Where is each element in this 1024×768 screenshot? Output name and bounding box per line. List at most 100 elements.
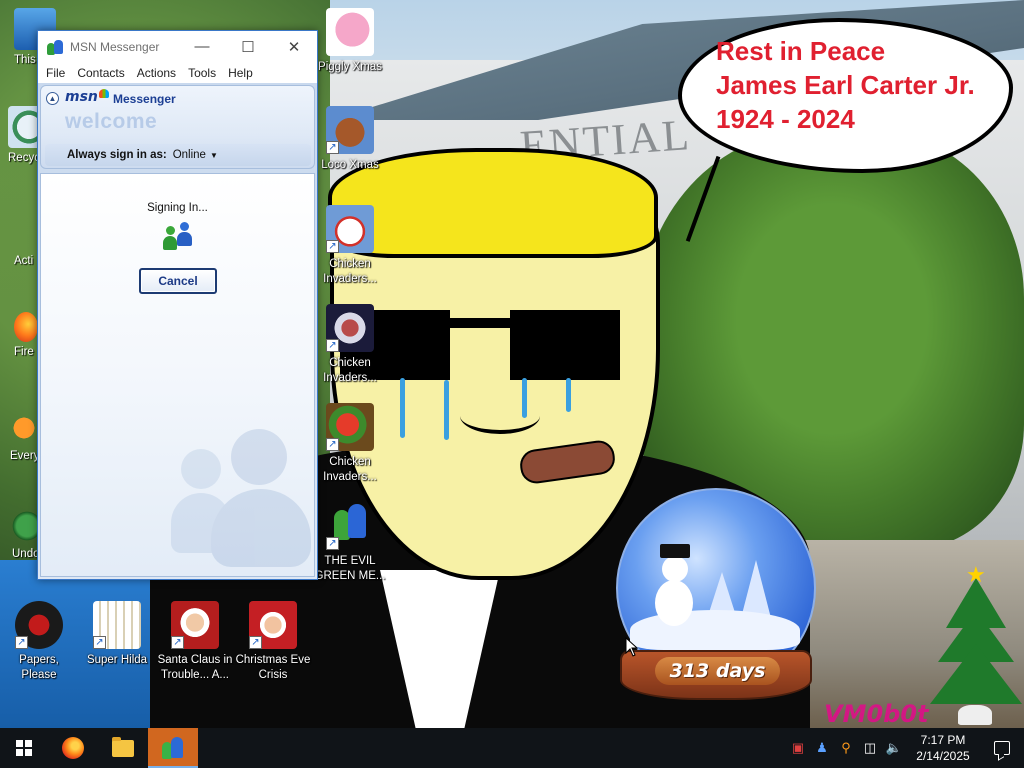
- shortcut-arrow-icon: ↗: [249, 636, 262, 649]
- msn-body: ▲ msn Messenger welcome Always sign in a…: [38, 83, 317, 579]
- desktop-icon-label: Acti: [14, 255, 34, 267]
- menu-contacts[interactable]: Contacts: [71, 66, 130, 80]
- clock[interactable]: 7:17 PM 2/14/2025: [906, 732, 980, 764]
- desktop-icon-papers-please[interactable]: ↗ Papers, Please: [1, 601, 77, 683]
- msn-messenger-icon: [161, 735, 185, 761]
- desktop-icon-chicken-invaders-3[interactable]: ↗ Chicken Invaders...: [312, 403, 388, 485]
- taskbar-app-firefox[interactable]: [48, 728, 98, 768]
- tear: [400, 378, 405, 438]
- start-button[interactable]: [0, 728, 48, 768]
- window-title: MSN Messenger: [70, 39, 160, 54]
- desktop-icon-label: Chicken Invaders...: [323, 456, 377, 483]
- maximize-button[interactable]: ☐: [225, 31, 271, 62]
- globe-snow: [630, 610, 800, 650]
- minimize-button[interactable]: —: [179, 31, 225, 62]
- clock-time: 7:17 PM: [920, 733, 966, 747]
- collapse-icon[interactable]: ▲: [46, 92, 59, 105]
- super-hilda-icon: ↗: [93, 601, 141, 649]
- desktop-icon-firefox[interactable]: Fire: [14, 312, 38, 358]
- signing-in-text: Signing In...: [147, 202, 208, 214]
- christmas-tree-tier: [930, 644, 1022, 704]
- snowman-head: [662, 556, 688, 582]
- desktop-icon-label: Recyc: [8, 152, 40, 164]
- chevron-down-icon: ▼: [209, 151, 218, 160]
- welcome-text: welcome: [65, 110, 158, 133]
- piggly-xmas-icon: [326, 8, 374, 56]
- desktop-icon-chicken-invaders-1[interactable]: ↗ Chicken Invaders...: [312, 205, 388, 287]
- title-bar[interactable]: MSN Messenger — ☐ ✕: [38, 31, 317, 62]
- messenger-buddies-icon: [161, 222, 195, 256]
- desktop-icon-label: Chicken Invaders...: [323, 357, 377, 384]
- sign-in-content: Signing In... Cancel: [40, 173, 315, 577]
- taskbar-app-msn-messenger[interactable]: [148, 728, 198, 768]
- desktop-icon-label: Papers, Please: [19, 654, 59, 681]
- snowman-hat: [660, 544, 690, 558]
- desktop-icon-label: THE EVIL GREEN ME...: [314, 555, 386, 582]
- santa-claus-icon: ↗: [171, 601, 219, 649]
- everything-icon: [10, 410, 38, 446]
- notification-icon: [994, 741, 1010, 755]
- desktop-icon-evil-green-messenger[interactable]: ↗ THE EVIL GREEN ME...: [312, 502, 388, 584]
- days-counter-label: 313 days: [655, 657, 780, 685]
- tear: [444, 380, 449, 440]
- firefox-icon: [14, 312, 38, 342]
- menu-tools[interactable]: Tools: [182, 66, 222, 80]
- system-tray: ▣ ♟ ⚲ ◫ 🔈 7:17 PM 2/14/2025: [786, 728, 1024, 768]
- sign-in-label: Always sign in as:: [67, 149, 167, 161]
- desktop-icon-chicken-invaders-2[interactable]: ↗ Chicken Invaders...: [312, 304, 388, 386]
- header-panel: ▲ msn Messenger welcome Always sign in a…: [40, 85, 315, 169]
- tear: [566, 378, 571, 412]
- tray-security-icon[interactable]: ▣: [786, 728, 810, 768]
- menu-actions[interactable]: Actions: [131, 66, 182, 80]
- taskbar-app-file-explorer[interactable]: [98, 728, 148, 768]
- folder-icon: [112, 736, 134, 757]
- close-button[interactable]: ✕: [271, 31, 317, 62]
- chicken-invaders-icon: ↗: [326, 205, 374, 253]
- desktop-icon-label: This: [14, 54, 36, 66]
- chicken-invaders-icon: ↗: [326, 403, 374, 451]
- messenger-watermark-icon: [171, 429, 311, 569]
- desktop-icon-piggly-xmas[interactable]: Piggly Xmas: [312, 8, 388, 75]
- clock-date: 2/14/2025: [916, 749, 970, 763]
- msn-messenger-icon: [46, 38, 64, 56]
- msn-butterfly-icon: [98, 89, 109, 98]
- taskbar: ▣ ♟ ⚲ ◫ 🔈 7:17 PM 2/14/2025: [0, 728, 1024, 768]
- desktop-icon-super-hilda[interactable]: ↗ Super Hilda: [79, 601, 155, 668]
- desktop-icon-label: Every: [10, 450, 40, 462]
- star-icon: ★: [966, 562, 986, 587]
- network-icon[interactable]: ◫: [858, 728, 882, 768]
- shortcut-arrow-icon: ↗: [326, 141, 339, 154]
- notification-center-button[interactable]: [980, 728, 1024, 768]
- status-dropdown[interactable]: Online ▼: [173, 149, 218, 161]
- status-value: Online: [172, 149, 206, 161]
- msn-messenger-window[interactable]: MSN Messenger — ☐ ✕ File Contacts Action…: [37, 30, 318, 580]
- desktop-icon-everything[interactable]: Every: [10, 410, 39, 462]
- christmas-tree-pot: [958, 705, 992, 725]
- tray-search-icon[interactable]: ⚲: [834, 728, 858, 768]
- desktop-icon-christmas-eve-crisis[interactable]: ↗ Christmas Eve Crisis: [235, 601, 311, 683]
- snowman-body: [655, 580, 693, 626]
- desktop-icon-santa-claus[interactable]: ↗ Santa Claus in Trouble... A...: [157, 601, 233, 683]
- menu-help[interactable]: Help: [222, 66, 259, 80]
- sign-in-status-bar: Always sign in as: Online ▼: [45, 144, 311, 166]
- msn-logo-text: msn: [65, 89, 98, 105]
- volume-muted-icon[interactable]: 🔈: [882, 728, 906, 768]
- tray-messenger-icon[interactable]: ♟: [810, 728, 834, 768]
- product-name: Messenger: [113, 92, 176, 106]
- shortcut-arrow-icon: ↗: [326, 339, 339, 352]
- mouse-cursor-icon: [625, 636, 639, 657]
- desktop-icon-label: Fire: [14, 346, 34, 358]
- cancel-button[interactable]: Cancel: [139, 268, 217, 294]
- speech-bubble-line: Rest in Peace: [716, 36, 886, 66]
- menu-bar: File Contacts Actions Tools Help: [38, 62, 317, 83]
- desktop-icon-label: Piggly Xmas: [318, 61, 382, 73]
- desktop-icon-label: Santa Claus in Trouble... A...: [157, 654, 233, 681]
- msn-logo: msn: [65, 89, 109, 105]
- menu-file[interactable]: File: [40, 66, 71, 80]
- evil-green-messenger-icon: ↗: [326, 502, 374, 550]
- windows-logo-icon: [16, 740, 32, 756]
- desktop-icon-activate[interactable]: Acti: [14, 255, 33, 267]
- desktop-icon-label: Loco Xmas: [321, 159, 379, 171]
- papers-please-icon: ↗: [15, 601, 63, 649]
- desktop-icon-loco-xmas[interactable]: ↗ Loco Xmas: [312, 106, 388, 173]
